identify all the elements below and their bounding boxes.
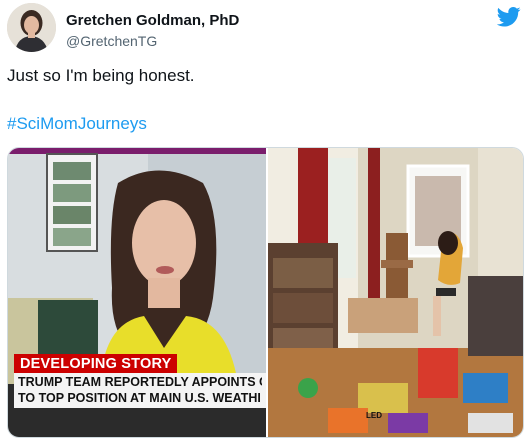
chyron-tag: DEVELOPING STORY	[14, 354, 178, 373]
living-room-photo[interactable]: LED	[268, 148, 523, 437]
toy-label: LED	[366, 411, 382, 420]
twitter-bird-icon[interactable]	[497, 7, 521, 27]
author-avatar[interactable]	[7, 3, 56, 52]
chyron-line-2: TO TOP POSITION AT MAIN U.S. WEATHI	[18, 391, 261, 405]
chyron-line-1: TRUMP TEAM REPORTEDLY APPOINTS C	[18, 375, 262, 389]
tweet-media[interactable]: DEVELOPING STORY TRUMP TEAM REPORTEDLY A…	[7, 147, 524, 438]
hashtag-link[interactable]: #SciMomJourneys	[7, 113, 147, 135]
author-handle[interactable]: @GretchenTG	[66, 32, 239, 50]
avatar-portrait	[7, 3, 56, 52]
living-room-image: LED	[268, 148, 523, 437]
news-chyron: DEVELOPING STORY TRUMP TEAM REPORTEDLY A…	[14, 354, 266, 408]
tweet-text: Just so I'm being honest.	[7, 66, 195, 85]
author-display-name[interactable]: Gretchen Goldman, PhD	[66, 12, 239, 30]
tweet-header: Gretchen Goldman, PhD @GretchenTG	[7, 3, 521, 55]
chyron-headline: TRUMP TEAM REPORTEDLY APPOINTS C TO TOP …	[14, 373, 266, 408]
news-screenshot-photo[interactable]: DEVELOPING STORY TRUMP TEAM REPORTEDLY A…	[8, 148, 266, 437]
